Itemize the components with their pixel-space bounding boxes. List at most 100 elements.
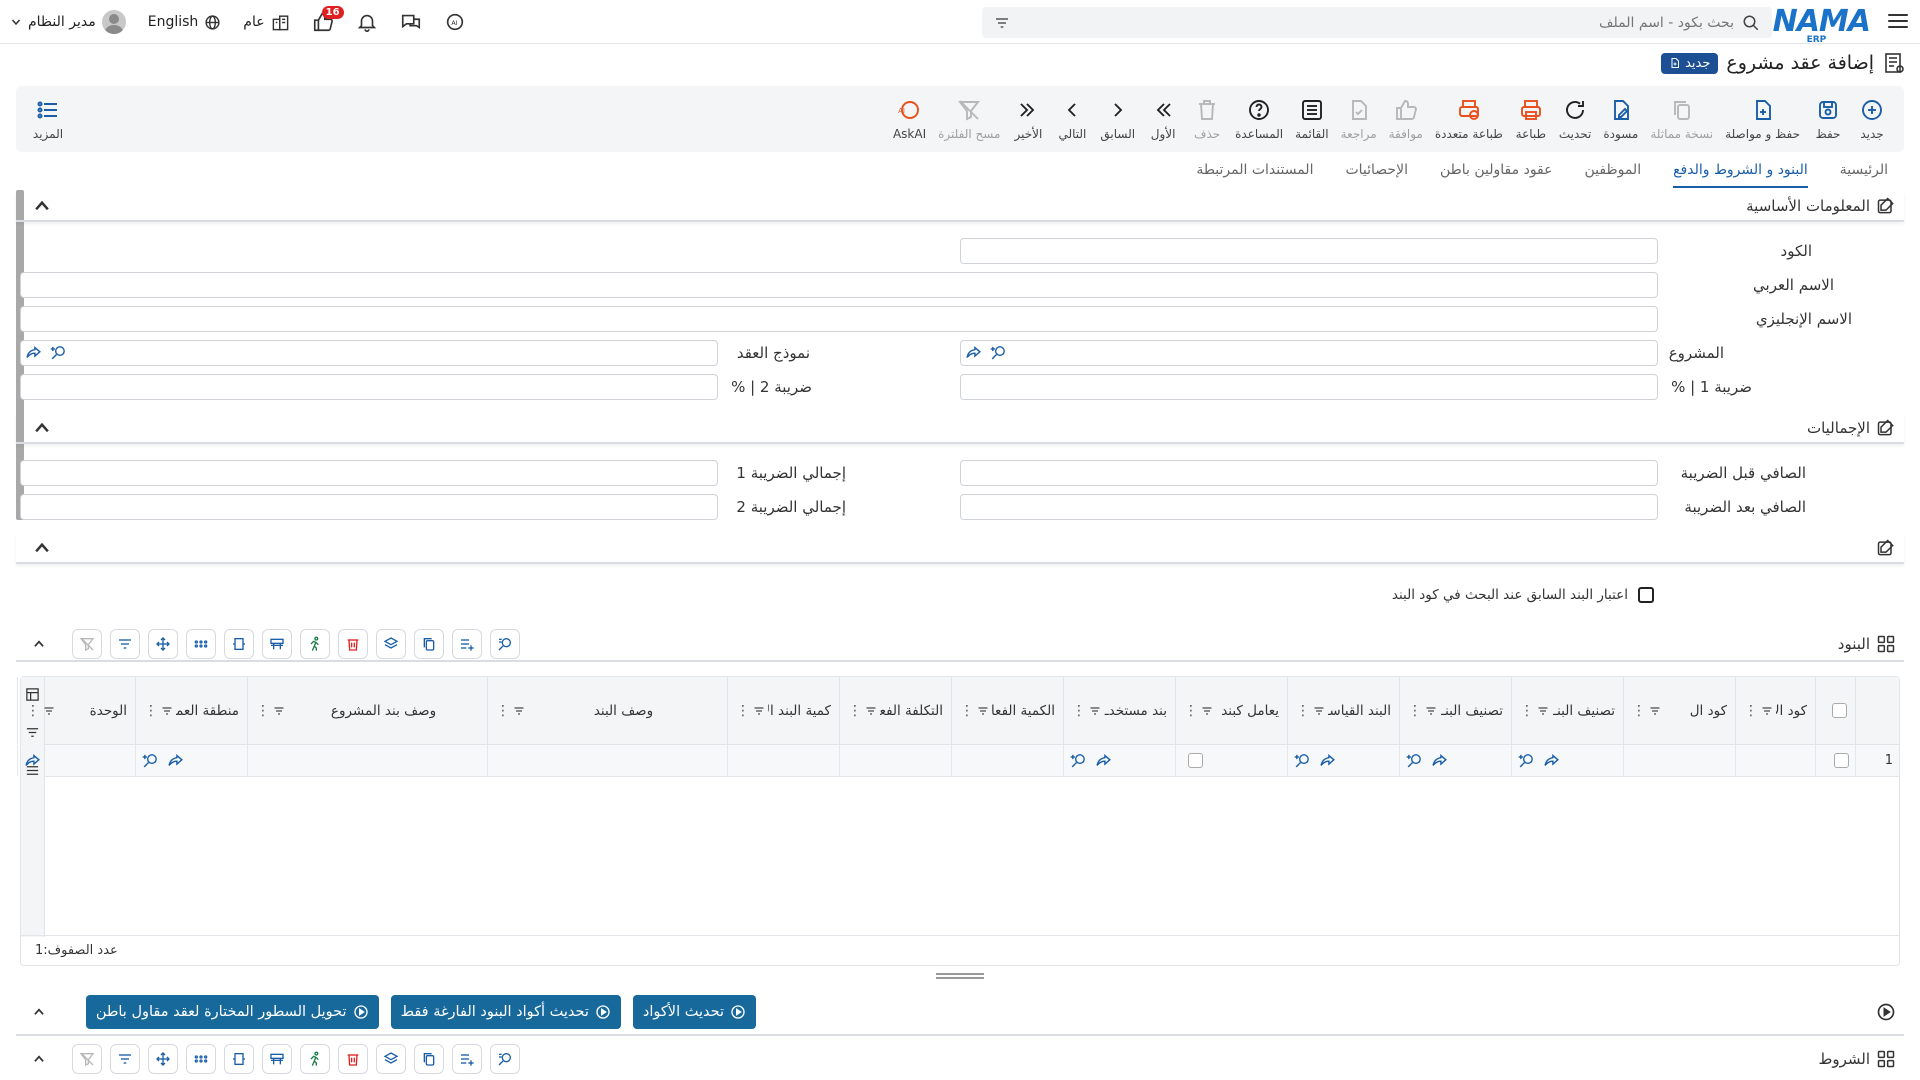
column-filter-icon[interactable] [43, 705, 55, 717]
table-cell-0[interactable] [1735, 745, 1815, 776]
row-number-cell[interactable]: 1 [1855, 745, 1899, 776]
column-header-6[interactable]: بند مستخدـ ⋮ [1063, 677, 1175, 744]
column-menu-icon[interactable]: ⋮ [144, 703, 158, 719]
search-plus-icon[interactable] [1406, 752, 1423, 769]
column-menu-icon[interactable]: ⋮ [496, 703, 510, 719]
toolbar-button-draft[interactable]: مسودة [1597, 92, 1644, 146]
column-header-8[interactable]: التكلفة الفعـ ⋮ [839, 677, 951, 744]
share-arrow-icon[interactable] [167, 752, 184, 769]
column-header-1[interactable]: كود ال ⋮ [1623, 677, 1735, 744]
column-filter-icon[interactable] [1649, 705, 1661, 717]
column-menu-icon[interactable]: ⋮ [1184, 703, 1198, 719]
toolbar-button-help[interactable]: المساعدة [1229, 92, 1289, 146]
layers-button[interactable] [376, 1044, 406, 1074]
column-filter-icon[interactable] [513, 705, 525, 717]
search-plus-icon[interactable] [990, 344, 1007, 361]
approvals-button[interactable]: 16 [312, 6, 344, 33]
search-input[interactable] [1010, 14, 1734, 31]
zoom-search-button[interactable] [490, 1044, 520, 1074]
update-codes-button[interactable]: تحديث الأكواد [632, 995, 756, 1029]
fit-columns-button[interactable] [224, 629, 254, 659]
general-company[interactable]: عام [243, 13, 289, 32]
table-cell-7[interactable] [951, 745, 1063, 776]
add-lines-button[interactable] [452, 629, 482, 659]
tab-4[interactable]: الإحصائيات [1329, 158, 1424, 188]
select-all-checkbox[interactable] [1832, 703, 1847, 718]
tab-0[interactable]: الرئيسية [1824, 158, 1904, 188]
ai-assistant-button[interactable]: AI [444, 11, 466, 33]
duplicate-button[interactable] [414, 629, 444, 659]
column-header-10[interactable]: وصف البند ⋮ [487, 677, 727, 744]
chevron-up-icon[interactable] [32, 637, 46, 651]
column-filter-icon[interactable] [1201, 705, 1213, 717]
logo[interactable]: NAMA ERP [1773, 4, 1871, 45]
clear-filter-button[interactable] [72, 629, 102, 659]
search-icon[interactable] [1742, 14, 1760, 32]
table-cell-5[interactable] [1175, 745, 1287, 776]
table-row[interactable]: 1 [17, 745, 1899, 777]
chevron-up-icon[interactable] [32, 1052, 46, 1066]
table-cell-13[interactable] [17, 745, 135, 776]
layers-button[interactable] [376, 629, 406, 659]
share-arrow-icon[interactable] [965, 344, 982, 361]
column-menu-icon[interactable]: ⋮ [1744, 703, 1758, 719]
table-insert-button[interactable] [262, 1044, 292, 1074]
update-empty-codes-button[interactable]: تحديث أكواد البنود الفارغة فقط [390, 995, 621, 1029]
toolbar-button-list[interactable]: القائمة [1289, 92, 1334, 146]
search-plus-icon[interactable] [1518, 752, 1535, 769]
column-menu-icon[interactable]: ⋮ [26, 703, 40, 719]
column-menu-icon[interactable]: ⋮ [1632, 703, 1646, 719]
search-plus-icon[interactable] [1294, 752, 1311, 769]
column-header-13[interactable]: الوحدة ⋮ [17, 677, 135, 744]
column-header-12[interactable]: منطقة العمـ ⋮ [135, 677, 247, 744]
table-cell-6[interactable] [1063, 745, 1175, 776]
table-cell-8[interactable] [839, 745, 951, 776]
column-filter-icon[interactable] [753, 705, 765, 717]
toolbar-button-trash[interactable]: حذف [1185, 92, 1229, 146]
share-arrow-icon[interactable] [1431, 752, 1448, 769]
toolbar-button-thumbs-up[interactable]: موافقة [1383, 92, 1429, 146]
table-cell-12[interactable] [135, 745, 247, 776]
toolbar-button-plus-circle[interactable]: جديد [1850, 92, 1894, 146]
column-menu-icon[interactable]: ⋮ [960, 703, 974, 719]
user-menu[interactable]: مدير النظام [10, 10, 126, 34]
column-filter-icon[interactable] [1313, 705, 1325, 717]
tax2-field[interactable] [20, 374, 718, 400]
toolbar-button-save-continue[interactable]: حفظ و مواصلة [1719, 92, 1806, 146]
convert-rows-button[interactable]: تحويل السطور المختارة لعقد مقاول باطن [85, 995, 379, 1029]
table-cell-11[interactable] [247, 745, 487, 776]
toolbar-button-last[interactable]: الأخير [1006, 92, 1050, 146]
clear-filter-button[interactable] [72, 1044, 102, 1074]
column-filter-icon[interactable] [977, 705, 989, 717]
toolbar-button-multi-print[interactable]: طباعة متعددة [1429, 92, 1509, 146]
table-insert-button[interactable] [262, 629, 292, 659]
column-header-4[interactable]: البند القياسـ ⋮ [1287, 677, 1399, 744]
column-header-0[interactable]: كود الا ⋮ [1735, 677, 1815, 744]
toolbar-button-next[interactable]: التالي [1050, 92, 1094, 146]
delete-button[interactable] [338, 629, 368, 659]
toolbar-button-clear-filter[interactable]: مسح الفلترة [932, 92, 1006, 146]
project-field[interactable] [960, 340, 1658, 366]
share-arrow-icon[interactable] [1319, 752, 1336, 769]
column-header-5[interactable]: يعامل كبند ⋮ [1175, 677, 1287, 744]
move-button[interactable] [148, 629, 178, 659]
play-circle-icon[interactable] [1876, 1002, 1896, 1022]
tax1-total-field[interactable] [20, 460, 718, 486]
net-after-tax-field[interactable] [960, 494, 1658, 520]
share-arrow-icon[interactable] [25, 344, 42, 361]
more-button[interactable]: المزيد [26, 92, 70, 146]
search-plus-icon[interactable] [142, 752, 159, 769]
column-filter-icon[interactable] [1089, 705, 1101, 717]
row-checkbox-cell[interactable] [1815, 745, 1855, 776]
column-menu-icon[interactable]: ⋮ [256, 703, 270, 719]
run-button[interactable] [300, 1044, 330, 1074]
contract-template-field[interactable] [20, 340, 718, 366]
row-checkbox[interactable] [1834, 753, 1849, 768]
zoom-search-button[interactable] [490, 629, 520, 659]
share-arrow-icon[interactable] [1095, 752, 1112, 769]
table-cell-1[interactable] [1623, 745, 1735, 776]
column-header-2[interactable]: تصنيف البنـ ⋮ [1511, 677, 1623, 744]
toolbar-button-prev[interactable]: السابق [1094, 92, 1141, 146]
cell-checkbox[interactable] [1188, 753, 1203, 768]
consider-prev-checkbox[interactable] [1638, 587, 1654, 603]
